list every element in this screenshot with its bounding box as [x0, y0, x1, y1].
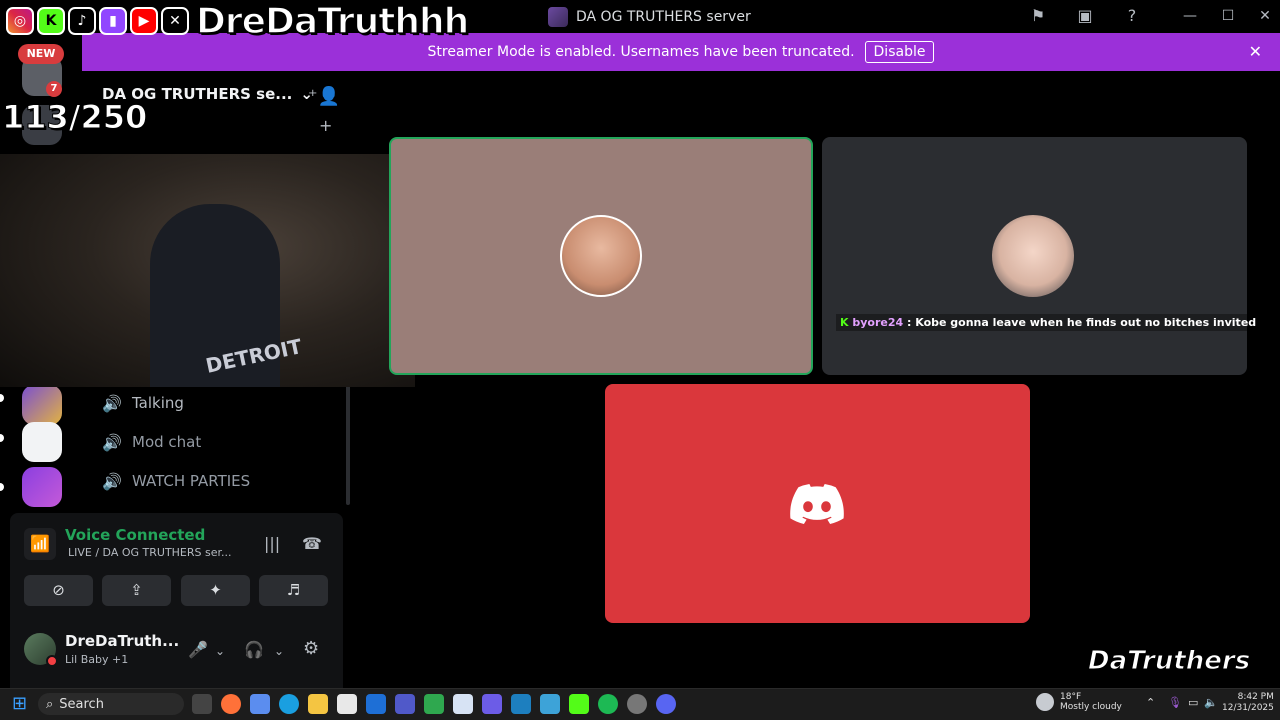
disconnect-icon[interactable]: ☎	[302, 534, 322, 553]
dnd-status-icon	[46, 655, 58, 667]
headphones-icon[interactable]: 🎧	[244, 640, 264, 659]
clock-date: 12/31/2025	[1222, 703, 1274, 713]
spotify-icon[interactable]	[598, 694, 618, 714]
webcam-overlay: DETROIT	[0, 154, 415, 387]
minimize-button[interactable]: —	[1180, 6, 1200, 26]
search-icon: ⌕	[46, 696, 54, 712]
search-label: Search	[59, 696, 104, 712]
chat-username: byore24	[852, 316, 904, 329]
app-icon[interactable]	[511, 694, 531, 714]
screen-share-button[interactable]: ⇪	[102, 575, 171, 606]
chevron-down-icon[interactable]: ⌄	[274, 644, 284, 658]
participant-avatar	[560, 215, 642, 297]
chat-badges-icon: K	[840, 316, 849, 329]
server-icon-phantoms[interactable]	[22, 422, 62, 462]
brand-name: DreDaTruthhh	[195, 0, 470, 42]
kick-icon: K	[37, 7, 65, 35]
window-title: DA OG TRUTHERS server	[548, 7, 751, 27]
watermark-logo: DaTruthers	[1087, 646, 1251, 677]
chat-overlay-line: K byore24 : Kobe gonna leave when he fin…	[836, 314, 1261, 331]
mention-badge: 7	[46, 81, 62, 97]
server-icon-5[interactable]	[22, 467, 62, 507]
window-title-text: DA OG TRUTHERS server	[576, 9, 751, 25]
weather-temp: 18°F	[1060, 692, 1082, 702]
speaker-icon: 🔊	[102, 432, 122, 452]
network-icon[interactable]: ▭	[1188, 696, 1198, 709]
kick-app-icon[interactable]	[569, 694, 589, 714]
channel-label: WATCH PARTIES	[132, 472, 251, 490]
outlook-icon[interactable]	[366, 694, 386, 714]
youtube-icon: ▶	[130, 7, 158, 35]
xbox-icon[interactable]	[424, 694, 444, 714]
voice-channel[interactable]: LIVE / DA OG TRUTHERS ser...	[68, 546, 232, 559]
chevron-down-icon[interactable]: ⌄	[215, 644, 225, 658]
signal-icon[interactable]: 📶	[24, 528, 56, 560]
brand-overlay: ◎ K ♪ ▮ ▶ ✕ DreDaTruthhh	[0, 0, 470, 42]
server-icon	[548, 7, 568, 27]
banner-message: Streamer Mode is enabled. Usernames have…	[427, 44, 855, 60]
channel-label: Talking	[132, 394, 184, 412]
firefox-icon[interactable]	[221, 694, 241, 714]
app-icon[interactable]	[540, 694, 560, 714]
noise-suppression-icon[interactable]: |||	[264, 534, 280, 553]
windows-start-icon[interactable]: ⊞	[12, 694, 32, 714]
mic-tray-icon[interactable]: 🎙	[1168, 696, 1182, 709]
weather-desc: Mostly cloudy	[1060, 702, 1122, 712]
voice-status[interactable]: Voice Connected	[65, 526, 205, 544]
chat-message: : Kobe gonna leave when he finds out no …	[907, 316, 1257, 329]
twitch-icon: ▮	[99, 7, 127, 35]
gear-icon[interactable]: ⚙	[303, 638, 319, 659]
file-explorer-icon[interactable]	[308, 694, 328, 714]
discord-app-icon[interactable]	[656, 694, 676, 714]
flag-icon[interactable]: ⚑	[1027, 6, 1049, 26]
maximize-button[interactable]: ☐	[1218, 6, 1238, 26]
help-icon[interactable]: ?	[1121, 6, 1143, 26]
channel-label: Mod chat	[132, 433, 202, 451]
cloud-icon	[1036, 693, 1054, 711]
participant-avatar	[992, 215, 1074, 297]
volume-icon[interactable]: 🔈	[1204, 696, 1218, 709]
taskbar-search[interactable]: ⌕ Search	[38, 693, 184, 715]
user-activity: Lil Baby +1	[65, 653, 129, 666]
inbox-icon[interactable]: ▣	[1074, 6, 1096, 26]
close-window-button[interactable]: ✕	[1255, 6, 1275, 26]
app-icon[interactable]	[453, 694, 473, 714]
store-icon[interactable]	[337, 694, 357, 714]
soundboard-button[interactable]: ♬	[259, 575, 328, 606]
instagram-icon: ◎	[6, 7, 34, 35]
invite-people-icon[interactable]: ⁺👤	[308, 86, 340, 107]
channel-talking[interactable]: 🔊 Talking	[102, 388, 184, 418]
system-clock[interactable]: 8:42 PM 12/31/2025	[1222, 692, 1274, 714]
weather-widget[interactable]: 18°F Mostly cloudy	[1036, 692, 1122, 712]
discord-logo-icon	[790, 484, 844, 524]
tiktok-icon: ♪	[68, 7, 96, 35]
app-icon[interactable]	[482, 694, 502, 714]
activities-button[interactable]: ✦	[181, 575, 250, 606]
speaker-icon: 🔊	[102, 393, 122, 413]
channel-mod-chat[interactable]: 🔊 Mod chat	[102, 427, 201, 457]
edge-icon[interactable]	[279, 694, 299, 714]
user-name[interactable]: DreDaTruth...	[65, 632, 179, 650]
camera-off-button[interactable]: ⊘	[24, 575, 93, 606]
goal-counter: 113/250	[1, 98, 148, 137]
new-badge: NEW	[18, 44, 64, 64]
chevron-up-icon[interactable]: ⌃	[1146, 696, 1155, 709]
clock-time: 8:42 PM	[1237, 692, 1274, 702]
banner-close-icon[interactable]: ✕	[1249, 42, 1262, 61]
task-view-icon[interactable]	[192, 694, 212, 714]
x-icon: ✕	[161, 7, 189, 35]
obs-icon[interactable]	[627, 694, 647, 714]
speaker-icon: 🔊	[102, 471, 122, 491]
server-icon-3[interactable]	[22, 385, 62, 425]
add-channel-icon[interactable]: +	[319, 116, 332, 135]
channel-watch-parties[interactable]: 🔊 WATCH PARTIES	[102, 466, 250, 496]
mic-icon[interactable]: 🎤	[188, 640, 208, 659]
copilot-icon[interactable]	[250, 694, 270, 714]
sidebar-scrollbar[interactable]	[346, 385, 350, 505]
teams-icon[interactable]	[395, 694, 415, 714]
disable-streamer-mode-button[interactable]: Disable	[864, 41, 935, 63]
